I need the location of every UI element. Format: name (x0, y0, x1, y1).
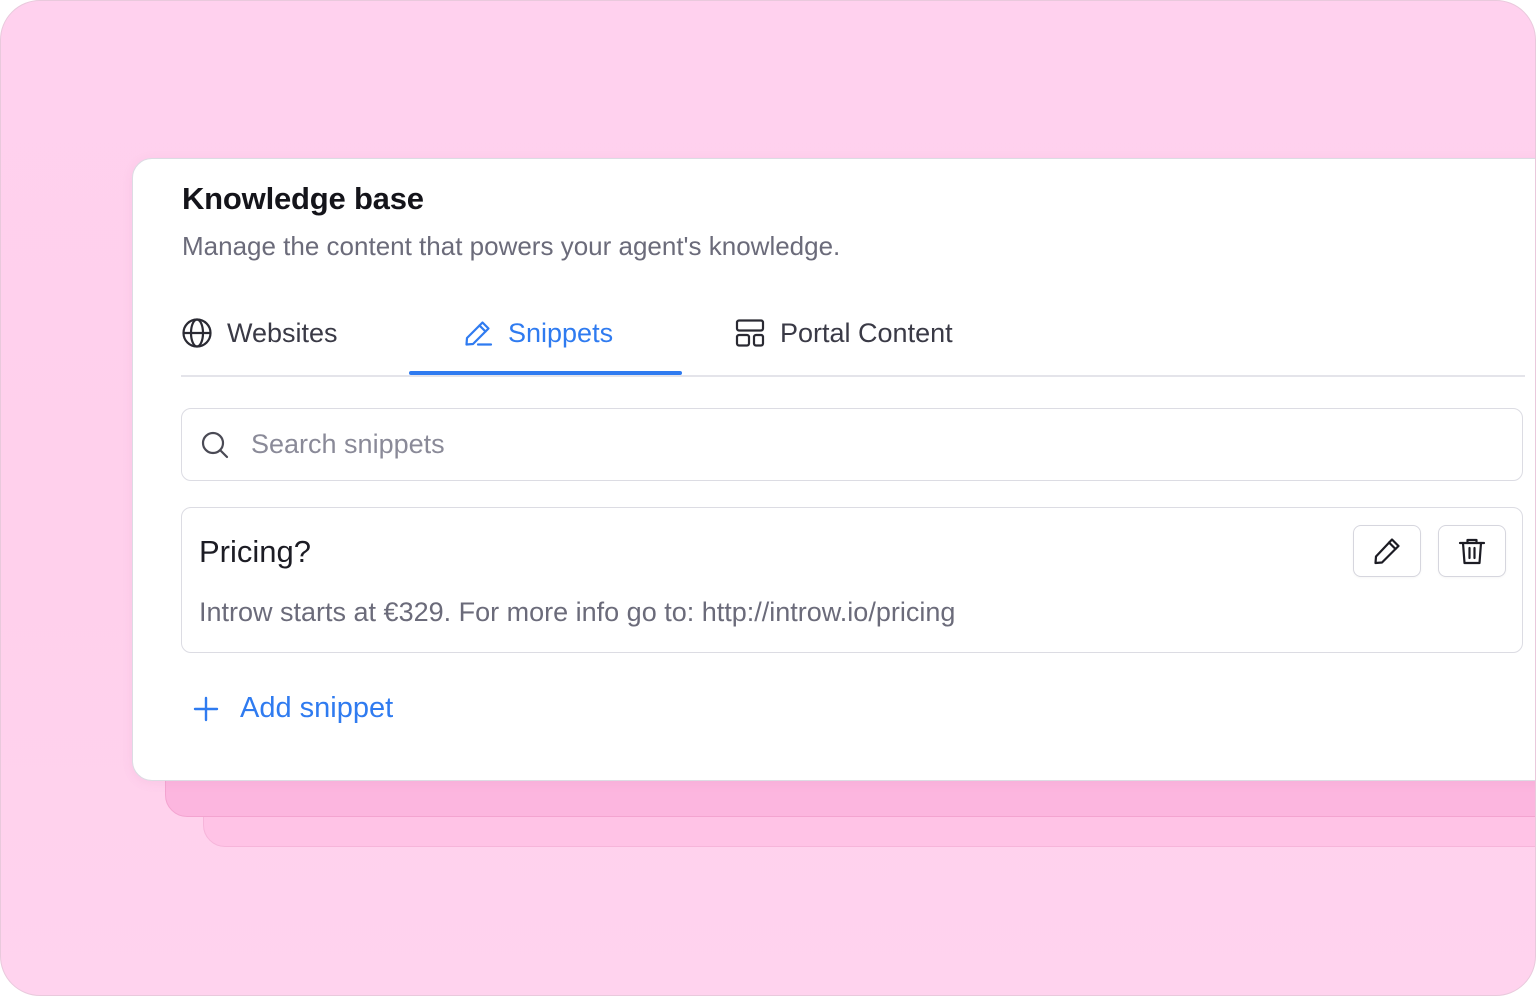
search-box[interactable] (181, 408, 1523, 481)
search-icon (199, 429, 231, 461)
active-tab-indicator (409, 371, 682, 375)
tab-bar: Websites Snippets Portal Content (181, 293, 1525, 377)
plus-icon (192, 695, 220, 723)
tab-websites-label: Websites (227, 317, 338, 348)
edit-icon (1371, 535, 1403, 567)
globe-icon (181, 317, 213, 349)
tab-snippets-label: Snippets (508, 317, 614, 348)
tab-portal-content-label: Portal Content (780, 317, 953, 348)
snippet-card[interactable]: Pricing? Introw starts at €329. For more… (181, 507, 1523, 653)
pencil-icon (462, 317, 494, 349)
tab-websites[interactable]: Websites (181, 293, 338, 373)
add-snippet-label: Add snippet (240, 692, 394, 724)
page-title: Knowledge base (182, 181, 424, 216)
background-frame: Knowledge base Manage the content that p… (0, 0, 1536, 996)
snippet-body: Introw starts at €329. For more info go … (199, 597, 956, 627)
layout-icon (734, 317, 766, 349)
tab-portal-content[interactable]: Portal Content (734, 293, 953, 373)
delete-snippet-button[interactable] (1438, 525, 1506, 577)
trash-icon (1456, 535, 1488, 567)
search-input[interactable] (249, 428, 1522, 461)
snippet-title: Pricing? (199, 534, 311, 569)
page-subtitle: Manage the content that powers your agen… (182, 231, 841, 261)
knowledge-base-card: Knowledge base Manage the content that p… (132, 158, 1535, 781)
tab-snippets[interactable]: Snippets (462, 293, 613, 373)
edit-snippet-button[interactable] (1353, 525, 1421, 577)
add-snippet-button[interactable]: Add snippet (192, 692, 393, 725)
